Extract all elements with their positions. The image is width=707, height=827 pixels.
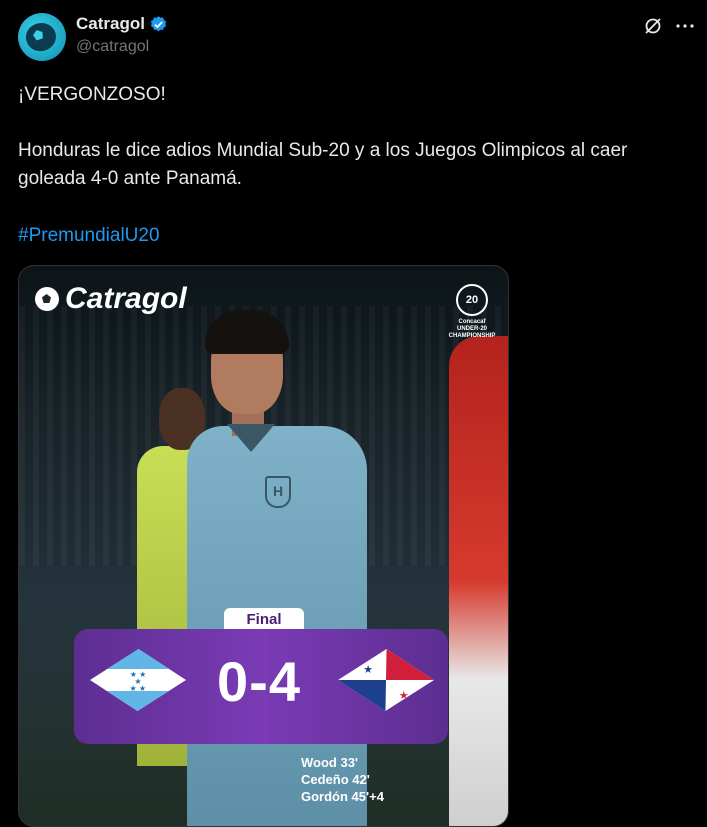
tweet-text-line1: ¡VERGONZOSO! bbox=[18, 84, 166, 105]
championship-text: Concacaf UNDER-20 CHAMPIONSHIP bbox=[448, 319, 496, 339]
account-handle[interactable]: @catragol bbox=[76, 38, 149, 56]
honduras-player-figure: H bbox=[187, 306, 397, 826]
avatar[interactable] bbox=[18, 13, 66, 61]
grok-icon[interactable] bbox=[641, 14, 665, 38]
final-score: 0-4 bbox=[217, 650, 301, 713]
brand-text: Catragol bbox=[65, 282, 187, 315]
catragol-logo: Catragol bbox=[35, 282, 187, 316]
panama-flag-icon: ★ ★ bbox=[337, 649, 435, 711]
svg-text:★: ★ bbox=[363, 664, 373, 676]
more-options-icon[interactable] bbox=[673, 14, 697, 38]
u20-badge: 20 bbox=[456, 284, 488, 316]
championship-logo: 20 Concacaf UNDER-20 CHAMPIONSHIP bbox=[447, 284, 497, 340]
tweet-media-image[interactable]: H Catragol 20 Concacaf UNDER-20 CHAMPION… bbox=[18, 265, 509, 827]
scorer-line: Gordón 45'+4 bbox=[301, 789, 384, 804]
scorer-line: Cedeño 42' bbox=[301, 772, 370, 787]
scoreboard: ★ ★ ★ ★ ★ 0-4 ★ ★ bbox=[74, 629, 448, 744]
hashtag-link[interactable]: #PremundialU20 bbox=[18, 222, 160, 250]
account-name-text[interactable]: Catragol bbox=[76, 14, 145, 34]
account-name[interactable]: Catragol bbox=[76, 14, 168, 34]
svg-text:★: ★ bbox=[399, 690, 409, 702]
tweet-text-body: Honduras le dice adios Mundial Sub-20 y … bbox=[18, 140, 628, 189]
verified-badge-icon bbox=[150, 15, 167, 31]
honduras-flag-icon: ★ ★ ★ ★ ★ bbox=[89, 649, 187, 711]
ball-logo-icon bbox=[35, 287, 59, 311]
scorers-list: Wood 33' Cedeño 42' Gordón 45'+4 bbox=[301, 754, 384, 805]
scorer-line: Wood 33' bbox=[301, 755, 359, 770]
soccer-ball-icon bbox=[22, 19, 60, 55]
svg-text:★ ★: ★ ★ bbox=[129, 684, 146, 693]
opponent-player-figure bbox=[449, 336, 508, 826]
